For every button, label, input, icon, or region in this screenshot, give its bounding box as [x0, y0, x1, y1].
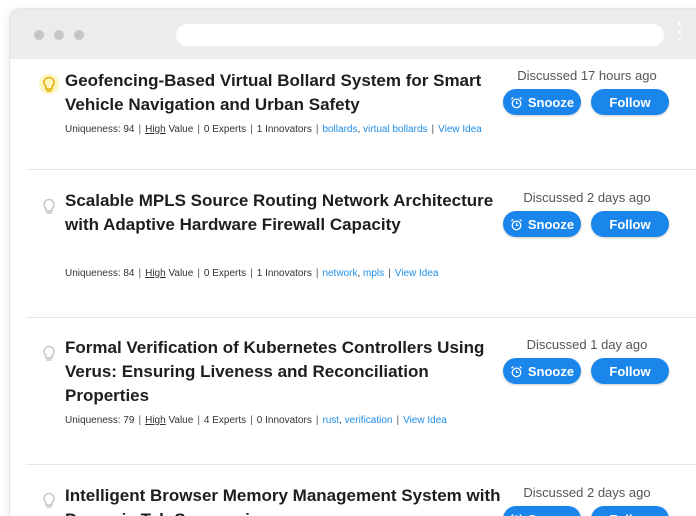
view-idea-link[interactable]: View Idea: [438, 124, 482, 135]
follow-button[interactable]: Follow: [591, 89, 669, 115]
snooze-button[interactable]: Snooze: [503, 89, 581, 115]
browser-menu-icon[interactable]: [676, 22, 682, 48]
tag-link[interactable]: bollards: [322, 124, 357, 135]
idea-title[interactable]: Geofencing-Based Virtual Bollard System …: [65, 69, 505, 117]
value-level[interactable]: High: [145, 268, 166, 279]
tag-link[interactable]: verification: [345, 415, 393, 426]
tag-link[interactable]: mpls: [363, 268, 384, 279]
experts-count: 0 Experts: [203, 268, 247, 279]
alarm-clock-icon: [510, 365, 522, 377]
snooze-label: Snooze: [527, 363, 575, 379]
discussed-time: Discussed 17 hours ago: [517, 68, 657, 83]
idea-title[interactable]: Scalable MPLS Source Routing Network Arc…: [65, 189, 505, 237]
tag-link[interactable]: virtual bollards: [363, 124, 427, 135]
uniqueness-score: Uniqueness: 79: [65, 415, 135, 426]
follow-button[interactable]: Follow: [591, 358, 669, 384]
uniqueness-score: Uniqueness: 84: [65, 268, 135, 279]
alarm-clock-icon: [510, 96, 522, 108]
browser-titlebar: [10, 9, 696, 59]
idea-meta: Uniqueness: 94 | High Value | 0 Experts | 1 In…: [65, 124, 482, 135]
innovators-count: 1 Innovators: [256, 124, 312, 135]
value-level[interactable]: High: [145, 415, 166, 426]
snooze-button[interactable]: Snooze: [503, 506, 581, 516]
lightbulb-outline-icon: [43, 492, 55, 508]
uniqueness-score: Uniqueness: 94: [65, 124, 135, 135]
idea-title[interactable]: Formal Verification of Kubernetes Contro…: [65, 336, 505, 408]
idea-title[interactable]: Intelligent Browser Memory Management Sy…: [65, 484, 505, 516]
alarm-clock-icon: [510, 513, 522, 516]
snooze-label: Snooze: [527, 216, 575, 232]
divider: [26, 317, 696, 318]
view-idea-link[interactable]: View Idea: [403, 415, 447, 426]
value-suffix: Value: [165, 124, 194, 135]
value-level[interactable]: High: [145, 124, 166, 135]
discussed-time: Discussed 2 days ago: [523, 485, 651, 500]
address-bar[interactable]: [176, 24, 664, 46]
experts-count: 0 Experts: [203, 124, 247, 135]
value-suffix: Value: [165, 415, 194, 426]
browser-window: Geofencing-Based Virtual Bollard System …: [10, 9, 696, 516]
snooze-label: Snooze: [528, 512, 574, 516]
divider: [26, 169, 696, 170]
snooze-button[interactable]: Snooze: [503, 358, 581, 384]
idea-meta: Uniqueness: 79 | High Value | 4 Experts | 0 In…: [65, 415, 447, 426]
window-maximize-dot[interactable]: [74, 30, 84, 40]
lightbulb-icon: [39, 74, 59, 94]
lightbulb-outline-icon: [43, 345, 55, 361]
tag-link[interactable]: rust: [322, 415, 339, 426]
discussed-time: Discussed 2 days ago: [523, 190, 651, 205]
experts-count: 4 Experts: [203, 415, 247, 426]
value-suffix: Value: [165, 268, 194, 279]
follow-button[interactable]: Follow: [591, 506, 669, 516]
follow-button[interactable]: Follow: [591, 211, 669, 237]
window-close-dot[interactable]: [34, 30, 44, 40]
alarm-clock-icon: [510, 218, 522, 230]
window-minimize-dot[interactable]: [54, 30, 64, 40]
lightbulb-outline-icon: [43, 198, 55, 214]
snooze-label: Snooze: [527, 94, 575, 110]
innovators-count: 1 Innovators: [256, 268, 312, 279]
divider: [26, 464, 696, 465]
snooze-button[interactable]: Snooze: [503, 211, 581, 237]
tag-link[interactable]: network: [322, 268, 357, 279]
view-idea-link[interactable]: View Idea: [395, 268, 439, 279]
discussed-time: Discussed 1 day ago: [526, 337, 648, 352]
idea-meta: Uniqueness: 84 | High Value | 0 Experts | 1 In…: [65, 268, 439, 279]
innovators-count: 0 Innovators: [256, 415, 312, 426]
